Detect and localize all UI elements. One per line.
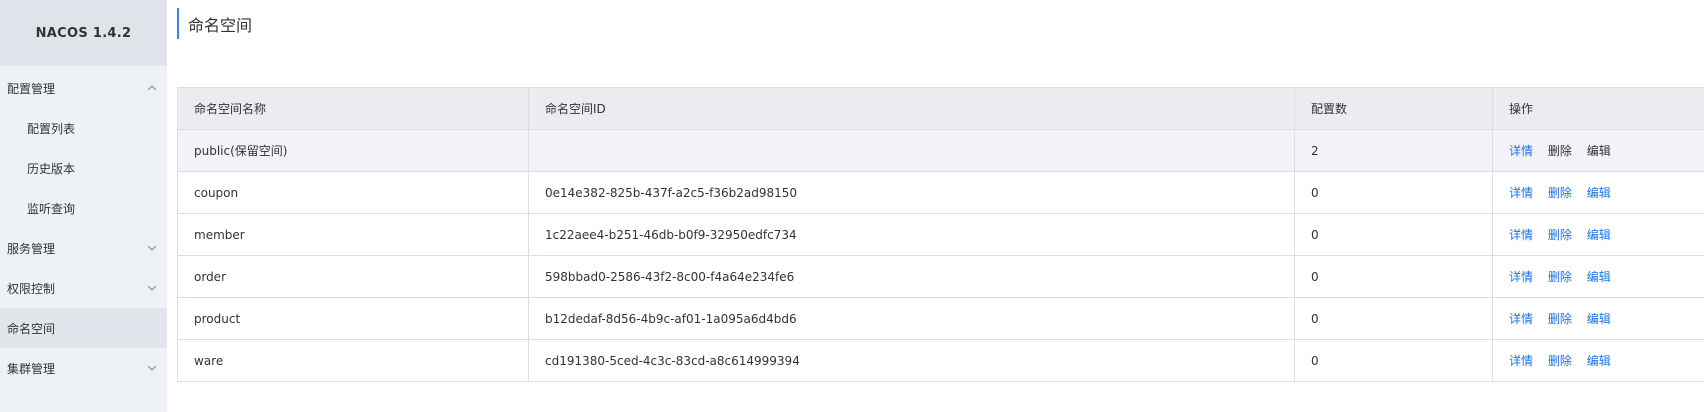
- cell-id: 598bbad0-2586-43f2-8c00-f4a64e234fe6: [528, 255, 1295, 298]
- cell-id: [528, 129, 1295, 172]
- cell-actions: 详情 删除 编辑: [1492, 255, 1704, 298]
- cell-actions: 详情 删除 编辑: [1492, 213, 1704, 256]
- edit-link[interactable]: 编辑: [1587, 310, 1611, 327]
- table-row: ware cd191380-5ced-4c3c-83cd-a8c61499939…: [177, 339, 1704, 382]
- edit-link[interactable]: 编辑: [1587, 268, 1611, 285]
- cell-name: ware: [177, 339, 529, 382]
- chevron-down-icon: [147, 365, 157, 371]
- delete-link[interactable]: 删除: [1548, 352, 1572, 369]
- edit-link[interactable]: 编辑: [1587, 226, 1611, 243]
- cell-actions: 详情 删除 编辑: [1492, 171, 1704, 214]
- cell-name: member: [177, 213, 529, 256]
- sidebar-item-access-control[interactable]: 权限控制: [0, 268, 167, 308]
- sidebar-item-label: 集群管理: [7, 361, 56, 376]
- delete-link: 删除: [1547, 144, 1572, 158]
- column-header-name: 命名空间名称: [177, 87, 529, 130]
- cell-count: 2: [1294, 129, 1493, 172]
- edit-link[interactable]: 编辑: [1587, 184, 1611, 201]
- table-row: order 598bbad0-2586-43f2-8c00-f4a64e234f…: [177, 255, 1704, 298]
- delete-link[interactable]: 删除: [1548, 226, 1572, 243]
- chevron-down-icon: [147, 245, 157, 251]
- table-row: member 1c22aee4-b251-46db-b0f9-32950edfc…: [177, 213, 1704, 256]
- column-header-actions: 操作: [1492, 87, 1704, 130]
- cell-actions: 详情 删除 编辑: [1492, 339, 1704, 382]
- cell-id: 0e14e382-825b-437f-a2c5-f36b2ad98150: [528, 171, 1295, 214]
- delete-link[interactable]: 删除: [1548, 184, 1572, 201]
- edit-link[interactable]: 编辑: [1587, 352, 1611, 369]
- brand-logo: NACOS 1.4.2: [0, 0, 167, 66]
- table-header-row: 命名空间名称 命名空间ID 配置数 操作: [177, 87, 1704, 130]
- sidebar: NACOS 1.4.2 配置管理 配置列表 历史版本 监听查询 服务管理 权限控…: [0, 0, 167, 412]
- detail-link[interactable]: 详情: [1509, 268, 1533, 285]
- cell-id: b12dedaf-8d56-4b9c-af01-1a095a6d4bd6: [528, 297, 1295, 340]
- sidebar-item-label: 服务管理: [7, 241, 56, 256]
- table-row: public(保留空间) 2 详情 删除 编辑: [177, 129, 1704, 172]
- cell-id: cd191380-5ced-4c3c-83cd-a8c614999394: [528, 339, 1295, 382]
- detail-link[interactable]: 详情: [1509, 352, 1533, 369]
- edit-link: 编辑: [1586, 144, 1611, 158]
- cell-name: public(保留空间): [177, 129, 529, 172]
- column-header-id: 命名空间ID: [528, 87, 1295, 130]
- delete-link[interactable]: 删除: [1548, 310, 1572, 327]
- sidebar-item-listener-query[interactable]: 监听查询: [0, 188, 167, 228]
- table-row: product b12dedaf-8d56-4b9c-af01-1a095a6d…: [177, 297, 1704, 340]
- sidebar-item-cluster-management[interactable]: 集群管理: [0, 348, 167, 388]
- cell-count: 0: [1294, 297, 1493, 340]
- sidebar-item-label: 命名空间: [7, 321, 56, 336]
- sidebar-item-label: 监听查询: [27, 201, 76, 216]
- detail-link[interactable]: 详情: [1509, 226, 1533, 243]
- cell-id: 1c22aee4-b251-46db-b0f9-32950edfc734: [528, 213, 1295, 256]
- column-header-count: 配置数: [1294, 87, 1493, 130]
- sidebar-item-label: 配置管理: [7, 81, 56, 96]
- detail-link[interactable]: 详情: [1509, 184, 1533, 201]
- page-title: 命名空间: [188, 15, 253, 35]
- sidebar-item-config-list[interactable]: 配置列表: [0, 108, 167, 148]
- chevron-down-icon: [147, 285, 157, 291]
- delete-link[interactable]: 删除: [1548, 268, 1572, 285]
- sidebar-item-history[interactable]: 历史版本: [0, 148, 167, 188]
- page-title-bar: 命名空间: [177, 8, 252, 39]
- cell-count: 0: [1294, 171, 1493, 214]
- cell-count: 0: [1294, 213, 1493, 256]
- cell-name: product: [177, 297, 529, 340]
- detail-link[interactable]: 详情: [1509, 310, 1533, 327]
- table-row: coupon 0e14e382-825b-437f-a2c5-f36b2ad98…: [177, 171, 1704, 214]
- sidebar-item-label: 配置列表: [27, 121, 76, 136]
- detail-link[interactable]: 详情: [1509, 142, 1533, 159]
- sidebar-item-config-management[interactable]: 配置管理: [0, 68, 167, 108]
- cell-name: order: [177, 255, 529, 298]
- sidebar-item-label: 权限控制: [7, 281, 56, 296]
- chevron-up-icon: [147, 85, 157, 91]
- cell-actions: 详情 删除 编辑: [1492, 129, 1704, 172]
- sidebar-item-service-management[interactable]: 服务管理: [0, 228, 167, 268]
- cell-count: 0: [1294, 255, 1493, 298]
- main-content: 命名空间 命名空间名称 命名空间ID 配置数 操作 public(保留空间) 2…: [167, 0, 1704, 412]
- sidebar-item-label: 历史版本: [27, 161, 76, 176]
- cell-actions: 详情 删除 编辑: [1492, 297, 1704, 340]
- cell-name: coupon: [177, 171, 529, 214]
- namespace-table: 命名空间名称 命名空间ID 配置数 操作 public(保留空间) 2 详情 删…: [177, 87, 1704, 382]
- cell-count: 0: [1294, 339, 1493, 382]
- sidebar-item-namespace[interactable]: 命名空间: [0, 308, 167, 348]
- sidebar-menu: 配置管理 配置列表 历史版本 监听查询 服务管理 权限控制 命名空间 集群管理: [0, 68, 167, 388]
